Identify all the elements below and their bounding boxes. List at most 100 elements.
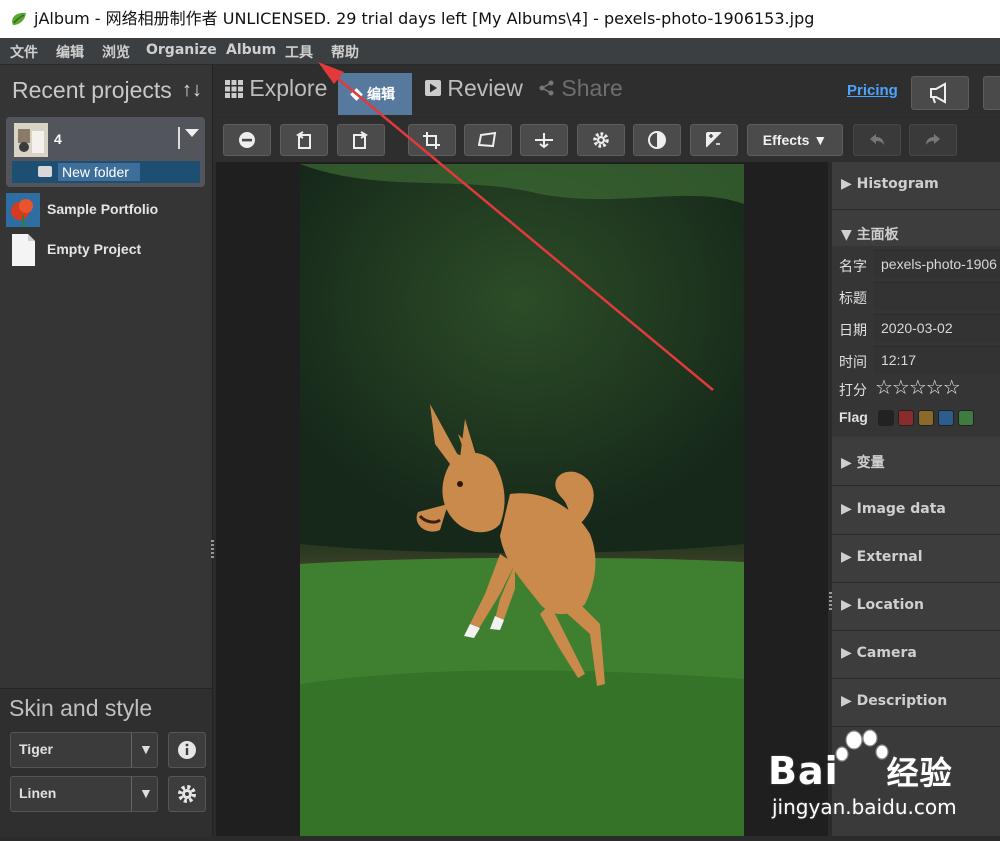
folder-icon [38, 166, 52, 177]
baidu-watermark: Bai 经验 jingyan.baidu.com [762, 728, 1000, 836]
redo-button[interactable] [909, 124, 957, 156]
annotation-arrow [318, 62, 714, 391]
description-header: ▶ Description [841, 693, 948, 709]
flag-black-swatch[interactable] [878, 410, 894, 426]
menu-album[interactable]: Album [226, 42, 276, 58]
zoom-out-button[interactable] [223, 124, 271, 156]
menu-edit[interactable]: 编辑 [56, 42, 84, 62]
date-value: 2020-03-02 [881, 320, 953, 336]
watermark-bai: Bai [768, 749, 839, 793]
rating-stars[interactable]: ☆☆☆☆☆ [875, 375, 961, 399]
image-data-section[interactable]: ▶ Image data [832, 487, 1000, 535]
gear-icon [178, 785, 196, 803]
pricing-link[interactable]: Pricing [847, 82, 898, 99]
watermark-jingyan: 经验 [886, 754, 953, 792]
jalbum-logo-icon [12, 12, 26, 25]
date-label: 日期 [839, 323, 867, 339]
watermark-brand: Bai 经验 [768, 748, 953, 794]
effects-dropdown-button[interactable]: Effects ▼ [747, 124, 843, 156]
flower-thumbnail-icon [6, 193, 40, 227]
main-label: 主面板 [856, 227, 899, 243]
main-header: ▼ 主面板 [841, 227, 899, 243]
title-label: 标题 [839, 291, 867, 307]
skin-info-button[interactable] [168, 732, 206, 768]
time-label: 时间 [839, 355, 867, 371]
divider [131, 777, 132, 811]
menu-organize[interactable]: Organize [146, 42, 217, 58]
description-section[interactable]: ▶ Description [832, 679, 1000, 727]
location-label: Location [856, 597, 925, 613]
variables-label: 变量 [856, 455, 885, 471]
window-title-bar: jAlbum - 网络相册制作者 UNLICENSED. 29 trial da… [0, 0, 1000, 38]
location-section[interactable]: ▶ Location [832, 583, 1000, 631]
date-field[interactable]: 2020-03-02 [874, 314, 1000, 342]
camera-header: ▶ Camera [841, 645, 917, 661]
chevron-down-icon[interactable] [185, 129, 199, 137]
grid-icon [225, 80, 243, 98]
skin-style-header: Skin and style [9, 695, 153, 721]
style-select[interactable]: Linen ▼ [10, 776, 158, 812]
flag-yellow-swatch[interactable] [918, 410, 934, 426]
title-field[interactable] [874, 282, 1000, 310]
recent-projects-header: Recent projects [12, 77, 172, 103]
image-data-label: Image data [856, 501, 946, 517]
name-field[interactable]: pexels-photo-1906 [874, 250, 1000, 278]
skin-style-panel: Skin and style Tiger ▼ Linen ▼ [0, 688, 212, 837]
undo-icon [870, 134, 884, 145]
project-label: Empty Project [47, 241, 142, 257]
left-splitter-handle[interactable] [211, 540, 214, 558]
style-value: Linen [19, 785, 57, 801]
camera-section[interactable]: ▶ Camera [832, 631, 1000, 679]
project-thumbnail [14, 123, 48, 157]
blank-page-icon [12, 234, 35, 266]
project-name: 4 [54, 131, 62, 147]
external-header: ▶ External [841, 549, 923, 565]
menu-help[interactable]: 帮助 [331, 42, 359, 62]
variables-header: ▶ 变量 [841, 455, 885, 471]
time-value: 12:17 [881, 352, 917, 368]
redo-icon [926, 134, 940, 145]
time-field[interactable]: 12:17 [874, 346, 1000, 374]
name-label: 名字 [839, 259, 867, 275]
more-button[interactable] [983, 76, 1000, 110]
main-panel-fields: 名字 pexels-photo-1906 标题 日期 2020-03-02 时间… [832, 246, 1000, 436]
megaphone-icon [930, 82, 946, 104]
undo-button[interactable] [853, 124, 901, 156]
camera-label: Camera [856, 645, 917, 661]
divider [131, 733, 132, 767]
flag-red-swatch[interactable] [898, 410, 914, 426]
variables-section[interactable]: ▶ 变量 [832, 438, 1000, 486]
project-item-sample-portfolio[interactable]: Sample Portfolio [6, 193, 206, 227]
style-settings-button[interactable] [168, 776, 206, 812]
external-label: External [856, 549, 923, 565]
histogram-header: ▶ Histogram [841, 176, 939, 192]
divider [178, 127, 180, 149]
skin-select[interactable]: Tiger ▼ [10, 732, 158, 768]
external-section[interactable]: ▶ External [832, 535, 1000, 583]
menu-tools[interactable]: 工具 [285, 42, 313, 62]
info-icon [178, 741, 196, 759]
location-header: ▶ Location [841, 597, 925, 613]
flag-blue-swatch[interactable] [938, 410, 954, 426]
current-project-card[interactable]: 4 New folder [6, 117, 205, 187]
name-value: pexels-photo-1906 [881, 256, 997, 272]
watermark-url: jingyan.baidu.com [772, 795, 957, 819]
project-label: Sample Portfolio [47, 201, 159, 217]
dropdown-arrow-icon: ▼ [139, 741, 153, 757]
folder-name[interactable]: New folder [58, 163, 140, 181]
sort-icon[interactable]: ↑↓ [182, 79, 202, 102]
description-label: Description [856, 693, 948, 709]
project-item-empty-project[interactable]: Empty Project [6, 233, 206, 267]
minus-icon [239, 132, 255, 148]
menu-file[interactable]: 文件 [10, 42, 38, 62]
skin-value: Tiger [19, 741, 53, 757]
histogram-section[interactable]: ▶ Histogram [832, 162, 1000, 210]
menu-browse[interactable]: 浏览 [102, 42, 130, 62]
folder-row[interactable]: New folder [12, 161, 200, 183]
flag-label: Flag [839, 409, 868, 425]
announcements-button[interactable] [911, 76, 969, 110]
dropdown-arrow-icon: ▼ [139, 785, 153, 801]
image-data-header: ▶ Image data [841, 501, 946, 517]
main-section[interactable]: ▼ 主面板 [832, 210, 1000, 246]
flag-green-swatch[interactable] [958, 410, 974, 426]
